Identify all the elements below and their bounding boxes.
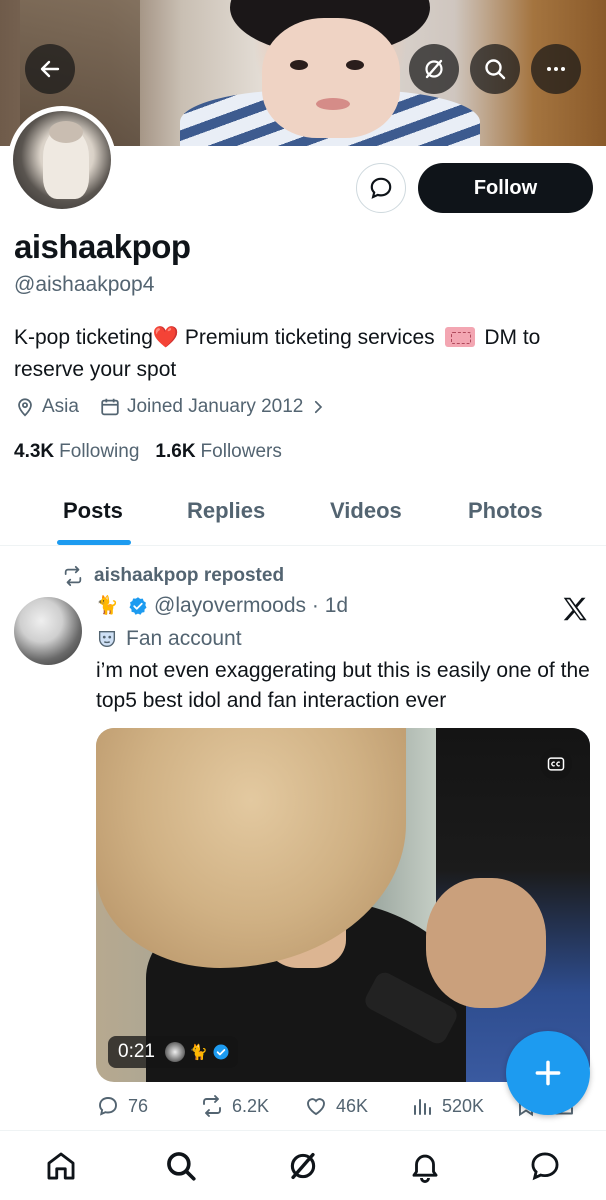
grok-icon: [425, 59, 443, 79]
repost-icon: [64, 565, 82, 587]
mask-emoji-icon: [98, 630, 116, 648]
repost-button[interactable]: 6.2K: [200, 1094, 269, 1118]
tab-videos[interactable]: Videos: [330, 498, 402, 524]
post-time: · 1d: [311, 594, 349, 617]
reply-count: 76: [128, 1095, 149, 1116]
active-tab-indicator: [57, 540, 131, 545]
heart-emoji-icon: ❤️: [152, 326, 180, 349]
bio-text-2: Premium ticketing services: [179, 326, 435, 349]
repost-label: aishaakpop reposted: [94, 565, 285, 586]
chevron-right-icon: [315, 400, 323, 414]
profile-name: aishaakpop: [14, 228, 191, 265]
ticket-emoji-icon: [444, 327, 475, 347]
arrow-left-icon: [40, 60, 60, 78]
grok-button[interactable]: [409, 44, 459, 94]
video-duration: 0:21: [118, 1041, 155, 1062]
following-label: Following: [59, 441, 140, 462]
search-icon: [485, 59, 506, 80]
bottom-navigation: [0, 1130, 606, 1200]
heart-icon: [307, 1098, 325, 1116]
author-label-text: Fan account: [126, 627, 242, 650]
tab-posts[interactable]: Posts: [63, 498, 123, 524]
more-button[interactable]: [531, 44, 581, 94]
search-icon: [167, 1152, 196, 1181]
joined-date[interactable]: Joined January 2012: [99, 396, 333, 418]
views-button[interactable]: 520K: [410, 1094, 484, 1118]
compose-post-button[interactable]: [506, 1031, 590, 1115]
post-author-avatar[interactable]: [14, 597, 82, 665]
captions-button[interactable]: [540, 748, 572, 780]
post-author-handle: @layovermoods: [154, 594, 307, 617]
nav-messages[interactable]: [528, 1149, 562, 1183]
repost-count: 6.2K: [232, 1095, 270, 1116]
post-header[interactable]: 🐈 @layovermoods · 1d: [96, 594, 348, 618]
back-button[interactable]: [25, 44, 75, 94]
verified-badge-icon: [129, 597, 147, 615]
profile-tabs: Posts Replies Videos Photos: [0, 478, 606, 546]
video-duration-badge: 0:21 🐈: [108, 1036, 238, 1068]
profile-handle: @aishaakpop4: [14, 273, 155, 296]
plus-icon: [535, 1060, 561, 1086]
nav-search[interactable]: [164, 1149, 198, 1183]
mini-avatar-icon: [164, 1042, 185, 1062]
nav-grok[interactable]: [286, 1149, 320, 1183]
reply-icon: [99, 1097, 117, 1116]
views-chart-icon: [414, 1099, 431, 1115]
home-icon: [47, 1152, 75, 1180]
joined-text: Joined January 2012: [126, 396, 304, 417]
repost-icon: [203, 1095, 221, 1117]
nav-notifications[interactable]: [408, 1149, 442, 1183]
more-horizontal-icon: [547, 67, 565, 71]
location-text: Asia: [42, 396, 79, 417]
followers-label: Followers: [200, 441, 282, 462]
bio-text-1: K-pop ticketing: [14, 326, 153, 349]
cat-emoji-icon: 🐈: [188, 1044, 208, 1061]
verified-badge-icon: [213, 1044, 229, 1060]
calendar-icon: [101, 398, 119, 416]
nav-home[interactable]: [44, 1149, 78, 1183]
grok-icon: [290, 1152, 316, 1180]
captions-icon: [547, 757, 565, 771]
like-button[interactable]: 46K: [304, 1094, 368, 1118]
post-text: i’m not even exaggerating but this is ea…: [96, 659, 590, 712]
following-count: 4.3K: [14, 441, 55, 462]
post-video[interactable]: 0:21 🐈: [96, 728, 590, 1082]
messages-icon: [531, 1152, 559, 1181]
follow-stats: 4.3K Following 1.6K Followers: [14, 441, 298, 463]
views-count: 520K: [442, 1095, 485, 1116]
search-button[interactable]: [470, 44, 520, 94]
profile-bio: K-pop ticketing❤️ Premium ticketing serv…: [14, 322, 594, 386]
profile-avatar[interactable]: [8, 106, 116, 214]
author-label: Fan account: [96, 627, 242, 651]
location: Asia: [14, 396, 79, 418]
message-bubble-icon: [370, 177, 392, 199]
followers-link[interactable]: 1.6K Followers: [155, 441, 281, 463]
followers-count: 1.6K: [155, 441, 196, 462]
x-logo-icon[interactable]: [560, 594, 590, 624]
tab-replies[interactable]: Replies: [187, 498, 265, 524]
location-pin-icon: [18, 398, 32, 417]
notifications-icon: [412, 1154, 438, 1183]
like-count: 46K: [336, 1095, 369, 1116]
reply-button[interactable]: 76: [96, 1094, 148, 1118]
following-link[interactable]: 4.3K Following: [14, 441, 139, 463]
profile-meta: Asia Joined January 2012: [14, 396, 353, 418]
follow-button[interactable]: Follow: [418, 163, 593, 213]
repost-context[interactable]: aishaakpop reposted: [62, 565, 284, 587]
tab-photos[interactable]: Photos: [468, 498, 543, 524]
cat-emoji-icon: 🐈: [96, 595, 119, 615]
message-button[interactable]: [356, 163, 406, 213]
